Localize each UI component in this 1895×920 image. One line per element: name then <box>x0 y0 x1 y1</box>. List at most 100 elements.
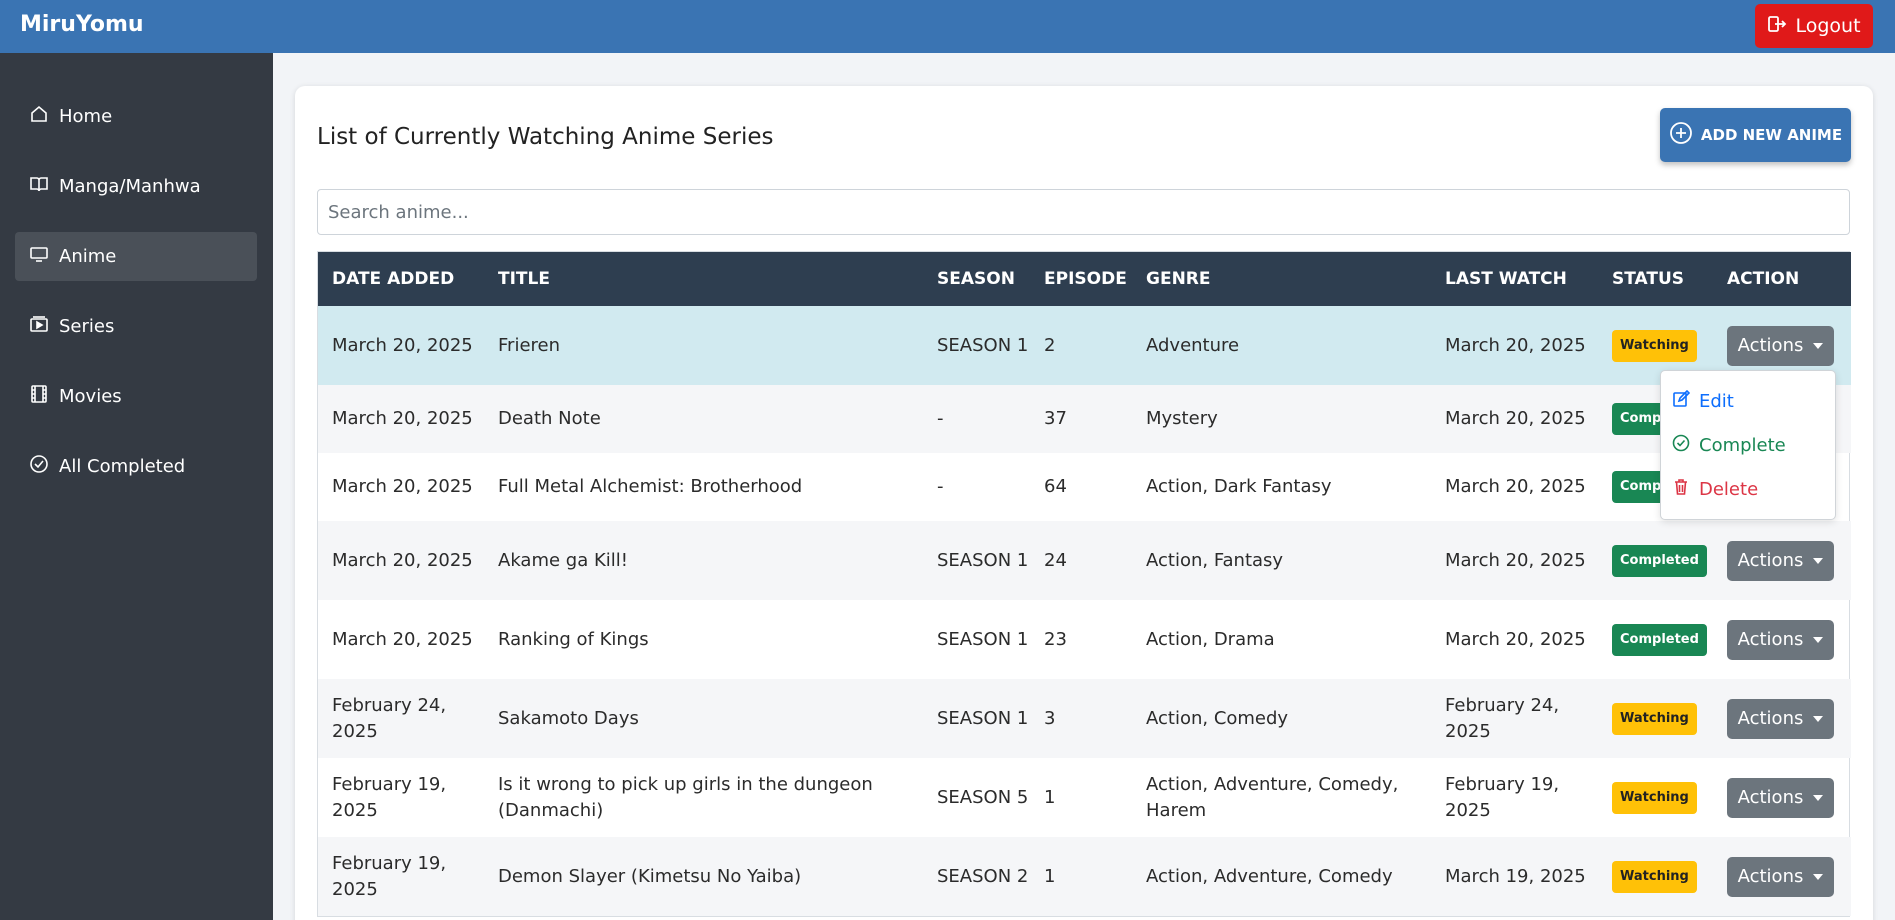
actions-dropdown-menu: Edit Complete Delete <box>1660 370 1836 520</box>
sidebar-item-anime[interactable]: Anime <box>15 232 257 281</box>
episode-cell: 64 <box>1044 476 1067 497</box>
column-header[interactable]: SEASON <box>923 252 1030 306</box>
trash-icon <box>1672 478 1690 501</box>
table-row: February 19, 2025 Demon Slayer (Kimetsu N… <box>318 837 1851 916</box>
last-watch-cell: March 20, 2025 <box>1445 334 1586 356</box>
edit-label: Edit <box>1699 390 1734 412</box>
check-circle-icon <box>1672 434 1690 457</box>
actions-dropdown-button[interactable]: Actions <box>1727 777 1834 818</box>
sidebar-item-label: Movies <box>59 386 122 407</box>
edit-icon <box>1672 389 1691 413</box>
sidebar-item-series[interactable]: Series <box>15 302 257 351</box>
actions-label: Actions <box>1737 334 1804 356</box>
sidebar-item-movies[interactable]: Movies <box>15 372 257 421</box>
edit-menu-item[interactable]: Edit <box>1672 386 1734 416</box>
check-circle-icon <box>29 454 49 479</box>
episode-cell: 37 <box>1044 408 1067 429</box>
column-header[interactable]: DATE ADDED <box>318 252 484 306</box>
last-watch-cell: March 20, 2025 <box>1445 476 1586 497</box>
actions-dropdown-button[interactable]: Actions <box>1727 540 1834 581</box>
status-badge: Watching <box>1612 781 1697 814</box>
date-added-cell: February 24, 2025 <box>332 694 447 742</box>
tv-icon <box>29 244 49 269</box>
status-badge: Watching <box>1612 702 1697 735</box>
episode-cell: 24 <box>1044 549 1067 571</box>
title-cell: Ranking of Kings <box>498 628 649 650</box>
genre-cell: Action, Adventure, Comedy <box>1146 865 1393 887</box>
anime-table: DATE ADDED TITLE SEASON EPISODE GENRE LA… <box>317 251 1851 917</box>
title-cell: Sakamoto Days <box>498 707 639 729</box>
actions-dropdown-button[interactable]: Actions <box>1727 619 1834 660</box>
table-row: March 20, 2025 Ranking of Kings SEASON 1 23… <box>318 600 1851 679</box>
season-cell: SEASON 1 <box>937 334 1029 356</box>
table-row: February 19, 2025 Is it wrong to pick up … <box>318 758 1851 837</box>
sidebar-item-label: Manga/Manhwa <box>59 176 201 197</box>
status-badge: Watching <box>1612 860 1697 893</box>
status-cell: Completed <box>1598 600 1713 679</box>
last-watch-cell: March 20, 2025 <box>1445 408 1586 429</box>
title-cell: Demon Slayer (Kimetsu No Yaiba) <box>498 865 802 887</box>
sidebar-item-all-completed[interactable]: All Completed <box>15 442 257 491</box>
last-watch-cell: March 20, 2025 <box>1445 549 1586 571</box>
action-cell: Actions <box>1713 600 1851 679</box>
complete-menu-item[interactable]: Complete <box>1672 430 1786 460</box>
book-icon <box>29 174 49 199</box>
genre-cell: Action, Fantasy <box>1146 549 1284 571</box>
episode-cell: 2 <box>1044 334 1056 356</box>
caret-down-icon <box>1813 636 1824 643</box>
column-header[interactable]: TITLE <box>484 252 923 306</box>
date-added-cell: March 20, 2025 <box>332 549 473 571</box>
episode-cell: 23 <box>1044 628 1067 650</box>
column-header[interactable]: EPISODE <box>1030 252 1132 306</box>
action-cell: Actions <box>1713 837 1851 916</box>
delete-menu-item[interactable]: Delete <box>1672 474 1758 504</box>
sidebar-item-label: All Completed <box>59 456 186 477</box>
table-row: March 20, 2025 Death Note - 37 Mystery March … <box>318 385 1851 453</box>
actions-label: Actions <box>1737 549 1804 571</box>
logout-button[interactable]: Logout <box>1755 4 1873 48</box>
top-navbar: MiruYomu Logout <box>0 0 1895 53</box>
season-cell: SEASON 1 <box>937 628 1029 650</box>
title-cell: Akame ga Kill! <box>498 549 628 571</box>
genre-cell: Adventure <box>1146 334 1240 356</box>
caret-down-icon <box>1813 715 1824 722</box>
column-header[interactable]: GENRE <box>1132 252 1431 306</box>
plus-circle-icon <box>1669 121 1693 149</box>
film-icon <box>29 384 49 409</box>
genre-cell: Action, Adventure, Comedy, Harem <box>1146 773 1399 821</box>
actions-label: Actions <box>1737 628 1804 650</box>
column-header[interactable]: STATUS <box>1598 252 1713 306</box>
table-row: March 20, 2025 Frieren SEASON 1 2 Adventure M… <box>318 306 1851 385</box>
table-row: March 20, 2025 Full Metal Alchemist: Brot… <box>318 453 1851 521</box>
brand-logo[interactable]: MiruYomu <box>20 12 144 37</box>
action-cell: Actions <box>1713 758 1851 837</box>
title-cell: Is it wrong to pick up girls in the dung… <box>498 773 873 821</box>
sidebar-item-manga[interactable]: Manga/Manhwa <box>15 162 257 211</box>
search-input[interactable] <box>317 189 1850 235</box>
date-added-cell: March 20, 2025 <box>332 628 473 650</box>
genre-cell: Action, Comedy <box>1146 707 1289 729</box>
sidebar-item-home[interactable]: Home <box>15 92 257 141</box>
add-new-anime-button[interactable]: ADD NEW ANIME <box>1660 108 1851 162</box>
play-icon <box>29 314 49 339</box>
sidebar-item-label: Anime <box>59 246 117 267</box>
add-button-label: ADD NEW ANIME <box>1700 126 1843 144</box>
actions-dropdown-button[interactable]: Actions <box>1727 698 1834 739</box>
action-cell: Actions <box>1713 679 1851 758</box>
actions-dropdown-button[interactable]: Actions <box>1727 325 1834 366</box>
status-cell: Watching <box>1598 679 1713 758</box>
last-watch-cell: February 24, 2025 <box>1445 694 1560 742</box>
caret-down-icon <box>1813 794 1824 801</box>
status-badge: Watching <box>1612 329 1697 362</box>
home-icon <box>29 104 49 129</box>
title-cell: Frieren <box>498 334 561 356</box>
status-badge: Completed <box>1612 623 1707 656</box>
actions-dropdown-button[interactable]: Actions <box>1727 856 1834 897</box>
season-cell: SEASON 1 <box>937 549 1029 571</box>
episode-cell: 3 <box>1044 707 1056 729</box>
date-added-cell: March 20, 2025 <box>332 476 473 497</box>
season-cell: SEASON 5 <box>937 786 1029 808</box>
genre-cell: Mystery <box>1146 408 1218 429</box>
title-cell: Death Note <box>498 408 601 429</box>
column-header[interactable]: LAST WATCH <box>1431 252 1598 306</box>
